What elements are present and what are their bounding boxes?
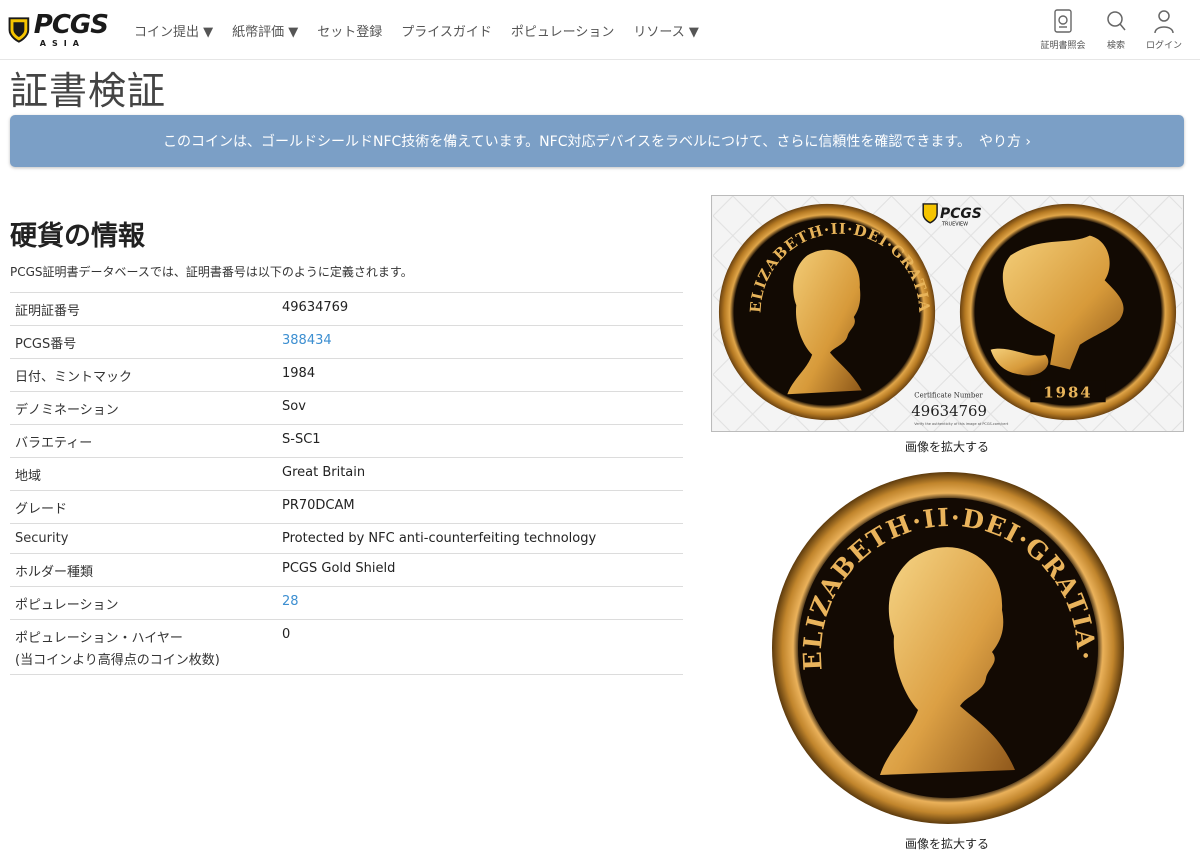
row-value-grade: PR70DCAM: [277, 490, 683, 524]
trueview-photo: ELIZABETH·II·DEI·GRATIA·REGINA·F:D: 1984…: [712, 196, 1183, 431]
row-value-variety: S-SC1: [277, 424, 683, 458]
nav-item-coin-submission[interactable]: コイン提出 ▼: [134, 21, 213, 40]
cert-number-label: Certificate Number: [914, 391, 983, 399]
cert-lookup-button[interactable]: 証明書照会: [1035, 8, 1091, 51]
row-label-date-mintmark: 日付、ミントマック: [10, 358, 277, 392]
search-label: 検索: [1106, 41, 1125, 51]
row-value-region: Great Britain: [277, 457, 683, 491]
large-coin-image[interactable]: ELIZABETH·II·DEI·GRATIA·REGINA·F:D:: [770, 470, 1126, 826]
row-label-holder-type: ホルダー種類: [10, 553, 277, 587]
table-row: 地域 Great Britain: [10, 457, 683, 491]
logo-wordmark: PCGS: [33, 10, 109, 40]
coin-info-description: PCGS証明書データベースでは、証明書番号は以下のように定義されます。: [10, 265, 413, 279]
shield-logo-icon: [8, 17, 30, 43]
banner-text: このコインは、ゴールドシールドNFC技術を備えています。NFC対応デバイスをラベ…: [162, 134, 971, 150]
nav-item-resources[interactable]: リソース ▼: [633, 21, 698, 40]
coin-info-heading: 硬貨の情報: [10, 221, 145, 252]
main-nav: コイン提出 ▼ 紙幣評価 ▼ セット登録 プライスガイド ポピュレーション リソ…: [134, 0, 718, 60]
verify-note: Verify the authenticity of this image at…: [914, 422, 1009, 426]
how-to-link[interactable]: やり方 ›: [979, 131, 1031, 151]
row-value-holder-type: PCGS Gold Shield: [277, 553, 683, 587]
row-label-pcgs-number: PCGS番号: [10, 325, 277, 359]
trueview-badge-text: PCGS: [940, 206, 982, 222]
nav-item-banknote-grading[interactable]: 紙幣評価 ▼: [232, 21, 298, 40]
row-label-denomination: デノミネーション: [10, 391, 277, 425]
pcgs-asia-logo[interactable]: PCGS ASIA: [8, 8, 109, 52]
nav-item-set-registry[interactable]: セット登録: [317, 21, 382, 40]
row-label-security: Security: [10, 523, 277, 554]
site-header: PCGS ASIA コイン提出 ▼ 紙幣評価 ▼ セット登録 プライスガイド ポ…: [0, 0, 1200, 60]
table-row: 証明証番号 49634769: [10, 292, 683, 326]
row-label-population-higher: ポピュレーション・ハイヤー (当コインより高得点のコイン枚数): [10, 619, 277, 675]
logo-subtitle: ASIA: [39, 39, 85, 48]
nav-item-price-guide[interactable]: プライスガイド: [401, 21, 492, 40]
table-row: ホルダー種類 PCGS Gold Shield: [10, 553, 683, 587]
table-row: 日付、ミントマック 1984: [10, 358, 683, 392]
row-label-cert-number: 証明証番号: [10, 292, 277, 326]
population-link[interactable]: 28: [282, 594, 299, 609]
user-icon: [1154, 10, 1174, 34]
cert-lookup-label: 証明書照会: [1040, 41, 1086, 51]
login-button[interactable]: ログイン: [1136, 8, 1192, 51]
table-row: ポピュレーション 28: [10, 586, 683, 620]
enlarge-image-link-2[interactable]: 画像を拡大する: [847, 835, 1047, 852]
trueview-image[interactable]: ELIZABETH·II·DEI·GRATIA·REGINA·F:D: 1984…: [711, 195, 1184, 432]
table-row: ポピュレーション・ハイヤー (当コインより高得点のコイン枚数) 0: [10, 619, 683, 675]
table-row: PCGS番号 388434: [10, 325, 683, 359]
cert-number-value: 49634769: [911, 402, 987, 420]
enlarge-image-link-1[interactable]: 画像を拡大する: [847, 438, 1047, 455]
login-label: ログイン: [1145, 41, 1182, 51]
trueview-badge-sub: TRUEVIEW: [941, 222, 968, 228]
row-label-population: ポピュレーション: [10, 586, 277, 620]
row-value-date-mintmark: 1984: [277, 358, 683, 392]
page-title: 証書検証: [10, 69, 167, 113]
table-row: グレード PR70DCAM: [10, 490, 683, 524]
nav-item-population[interactable]: ポピュレーション: [511, 21, 614, 40]
pcgs-number-link[interactable]: 388434: [282, 333, 332, 348]
table-row: バラエティー S-SC1: [10, 424, 683, 458]
row-value-security: Protected by NFC anti-counterfeiting tec…: [277, 523, 683, 554]
row-value-population-higher: 0: [277, 619, 683, 675]
row-label-region: 地域: [10, 457, 277, 491]
population-higher-label: ポピュレーション・ハイヤー: [15, 631, 183, 646]
row-value-denomination: Sov: [277, 391, 683, 425]
search-icon: [1107, 11, 1126, 31]
row-label-variety: バラエティー: [10, 424, 277, 458]
row-value-cert-number: 49634769: [277, 292, 683, 326]
cert-lookup-icon: [1054, 9, 1072, 33]
reverse-year: 1984: [1043, 383, 1092, 401]
nfc-info-banner: このコインは、ゴールドシールドNFC技術を備えています。NFC対応デバイスをラベ…: [10, 115, 1184, 167]
population-higher-sublabel: (当コインより高得点のコイン枚数): [15, 653, 220, 668]
coin-info-table: 証明証番号 49634769 PCGS番号 388434 日付、ミントマック 1…: [10, 292, 683, 675]
row-label-grade: グレード: [10, 490, 277, 524]
table-row: デノミネーション Sov: [10, 391, 683, 425]
table-row: Security Protected by NFC anti-counterfe…: [10, 523, 683, 554]
reverse-coin: 1984: [959, 203, 1177, 421]
